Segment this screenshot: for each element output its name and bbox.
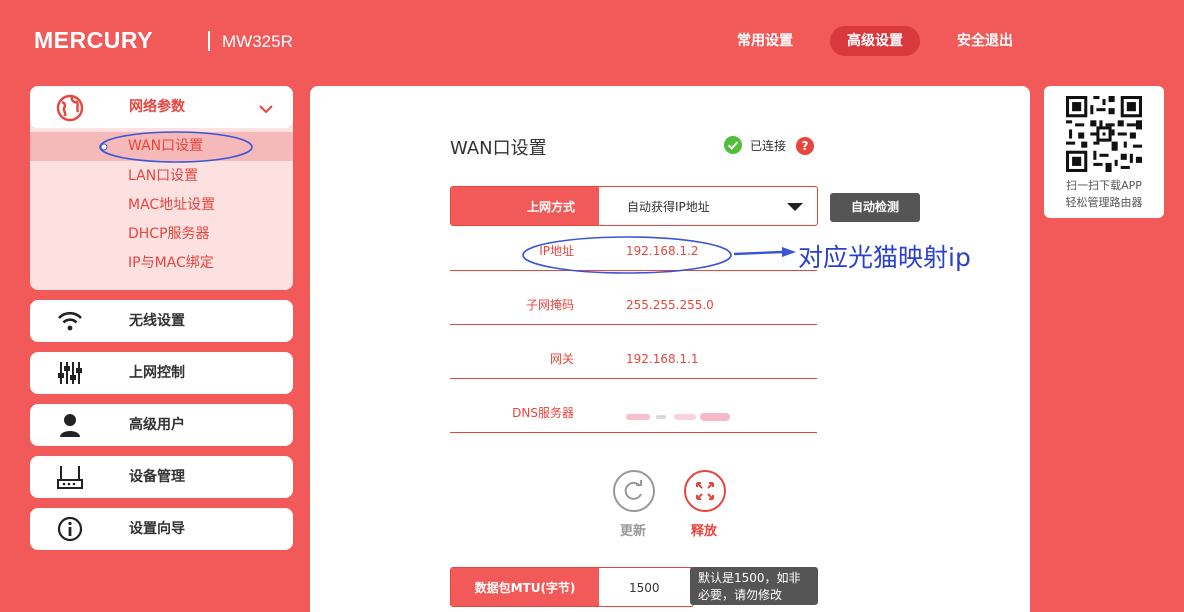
ip-highlight-annotation (522, 236, 796, 274)
connection-mode-select[interactable]: 上网方式 自动获得IP地址 (450, 186, 818, 226)
help-icon[interactable]: ? (796, 137, 814, 155)
qr-caption-line2: 轻松管理路由器 (1065, 196, 1143, 209)
mtu-hint-line2: 必要，请勿修改 (698, 588, 783, 602)
mtu-label: 数据包MTU(字节) (451, 568, 599, 606)
sidebar-item-label: 上网控制 (129, 365, 185, 381)
info-icon (56, 516, 84, 542)
sidebar-item-label: 网络参数 (129, 99, 185, 115)
subnet-mask-label: 子网掩码 (525, 298, 574, 312)
auto-detect-button[interactable]: 自动检测 (830, 193, 920, 222)
connection-mode-value: 自动获得IP地址 (627, 200, 710, 214)
sidebar-subitem-ip-mac-binding[interactable]: IP与MAC绑定 (30, 249, 293, 278)
release-label: 释放 (691, 524, 718, 539)
check-circle-icon (724, 136, 742, 154)
globe-icon (56, 94, 84, 122)
gateway-label: 网关 (549, 352, 574, 366)
sidebar-subitem-mac[interactable]: MAC地址设置 (30, 191, 293, 220)
dns-label: DNS服务器 (512, 406, 574, 420)
tab-advanced-settings[interactable]: 高级设置 (830, 26, 920, 56)
subnet-mask-row: 子网掩码 255.255.255.0 (450, 285, 817, 325)
sidebar-item-label: 无线设置 (129, 313, 185, 329)
router-icon (56, 464, 84, 490)
gateway-row: 网关 192.168.1.1 (450, 339, 817, 379)
logo-divider (208, 31, 210, 51)
wan-highlight-ellipse (99, 131, 253, 163)
dropdown-arrow-icon (787, 203, 803, 211)
main-panel: WAN口设置 已连接 ? 上网方式 自动获得IP地址 自动检测 IP地址 192… (310, 86, 1030, 612)
page-title: WAN口设置 (450, 138, 547, 159)
annotation-text: 对应光猫映射ip (798, 243, 971, 272)
mtu-field[interactable]: 数据包MTU(字节) 1500 (450, 567, 694, 607)
renew-button[interactable] (613, 470, 655, 512)
status-text: 已连接 (750, 138, 787, 153)
sidebar-subitem-lan[interactable]: LAN口设置 (30, 162, 293, 191)
header: MERCURY MW325R 常用设置 高级设置 安全退出 (0, 0, 1184, 80)
mtu-hint-line1: 默认是1500，如非 (698, 571, 801, 585)
qr-code-icon (1066, 96, 1142, 172)
renew-label: 更新 (620, 524, 647, 539)
mtu-value: 1500 (629, 581, 660, 595)
sidebar-item-wireless[interactable]: 无线设置 (30, 300, 293, 342)
qr-caption-line1: 扫一扫下载APP (1066, 179, 1142, 192)
sidebar-subitem-dhcp[interactable]: DHCP服务器 (30, 220, 293, 249)
sidebar-item-network-params[interactable]: 网络参数 (30, 86, 293, 128)
sidebar-item-device-management[interactable]: 设备管理 (30, 456, 293, 498)
tab-common-settings[interactable]: 常用设置 (728, 26, 802, 56)
mtu-hint: 默认是1500，如非 必要，请勿修改 (690, 567, 818, 605)
qr-card: 扫一扫下载APP 轻松管理路由器 (1044, 86, 1164, 218)
sidebar-item-label: 设置向导 (129, 521, 185, 537)
brand-logo: MERCURY (34, 27, 153, 53)
sidebar-item-label: 设备管理 (129, 469, 185, 485)
sidebar-item-advanced-user[interactable]: 高级用户 (30, 404, 293, 446)
subnet-mask-value: 255.255.255.0 (626, 298, 714, 312)
user-icon (56, 412, 84, 438)
connection-mode-label: 上网方式 (451, 187, 599, 225)
sidebar-item-setup-wizard[interactable]: 设置向导 (30, 508, 293, 550)
model-name: MW325R (222, 32, 293, 51)
sliders-icon (56, 360, 84, 386)
sidebar-group-network: 网络参数 WAN口设置 LAN口设置 MAC地址设置 DHCP服务器 IP与MA… (30, 86, 293, 290)
sidebar-item-access-control[interactable]: 上网控制 (30, 352, 293, 394)
dns-value-redacted (626, 413, 730, 421)
release-icon (696, 482, 714, 500)
wifi-icon (56, 308, 84, 334)
tab-logout[interactable]: 安全退出 (948, 26, 1022, 56)
release-button[interactable] (684, 470, 726, 512)
sidebar-item-label: 高级用户 (129, 417, 185, 433)
refresh-icon (624, 480, 642, 500)
gateway-value: 192.168.1.1 (626, 352, 699, 366)
chevron-down-icon (258, 100, 274, 119)
connection-status: 已连接 (724, 136, 786, 154)
